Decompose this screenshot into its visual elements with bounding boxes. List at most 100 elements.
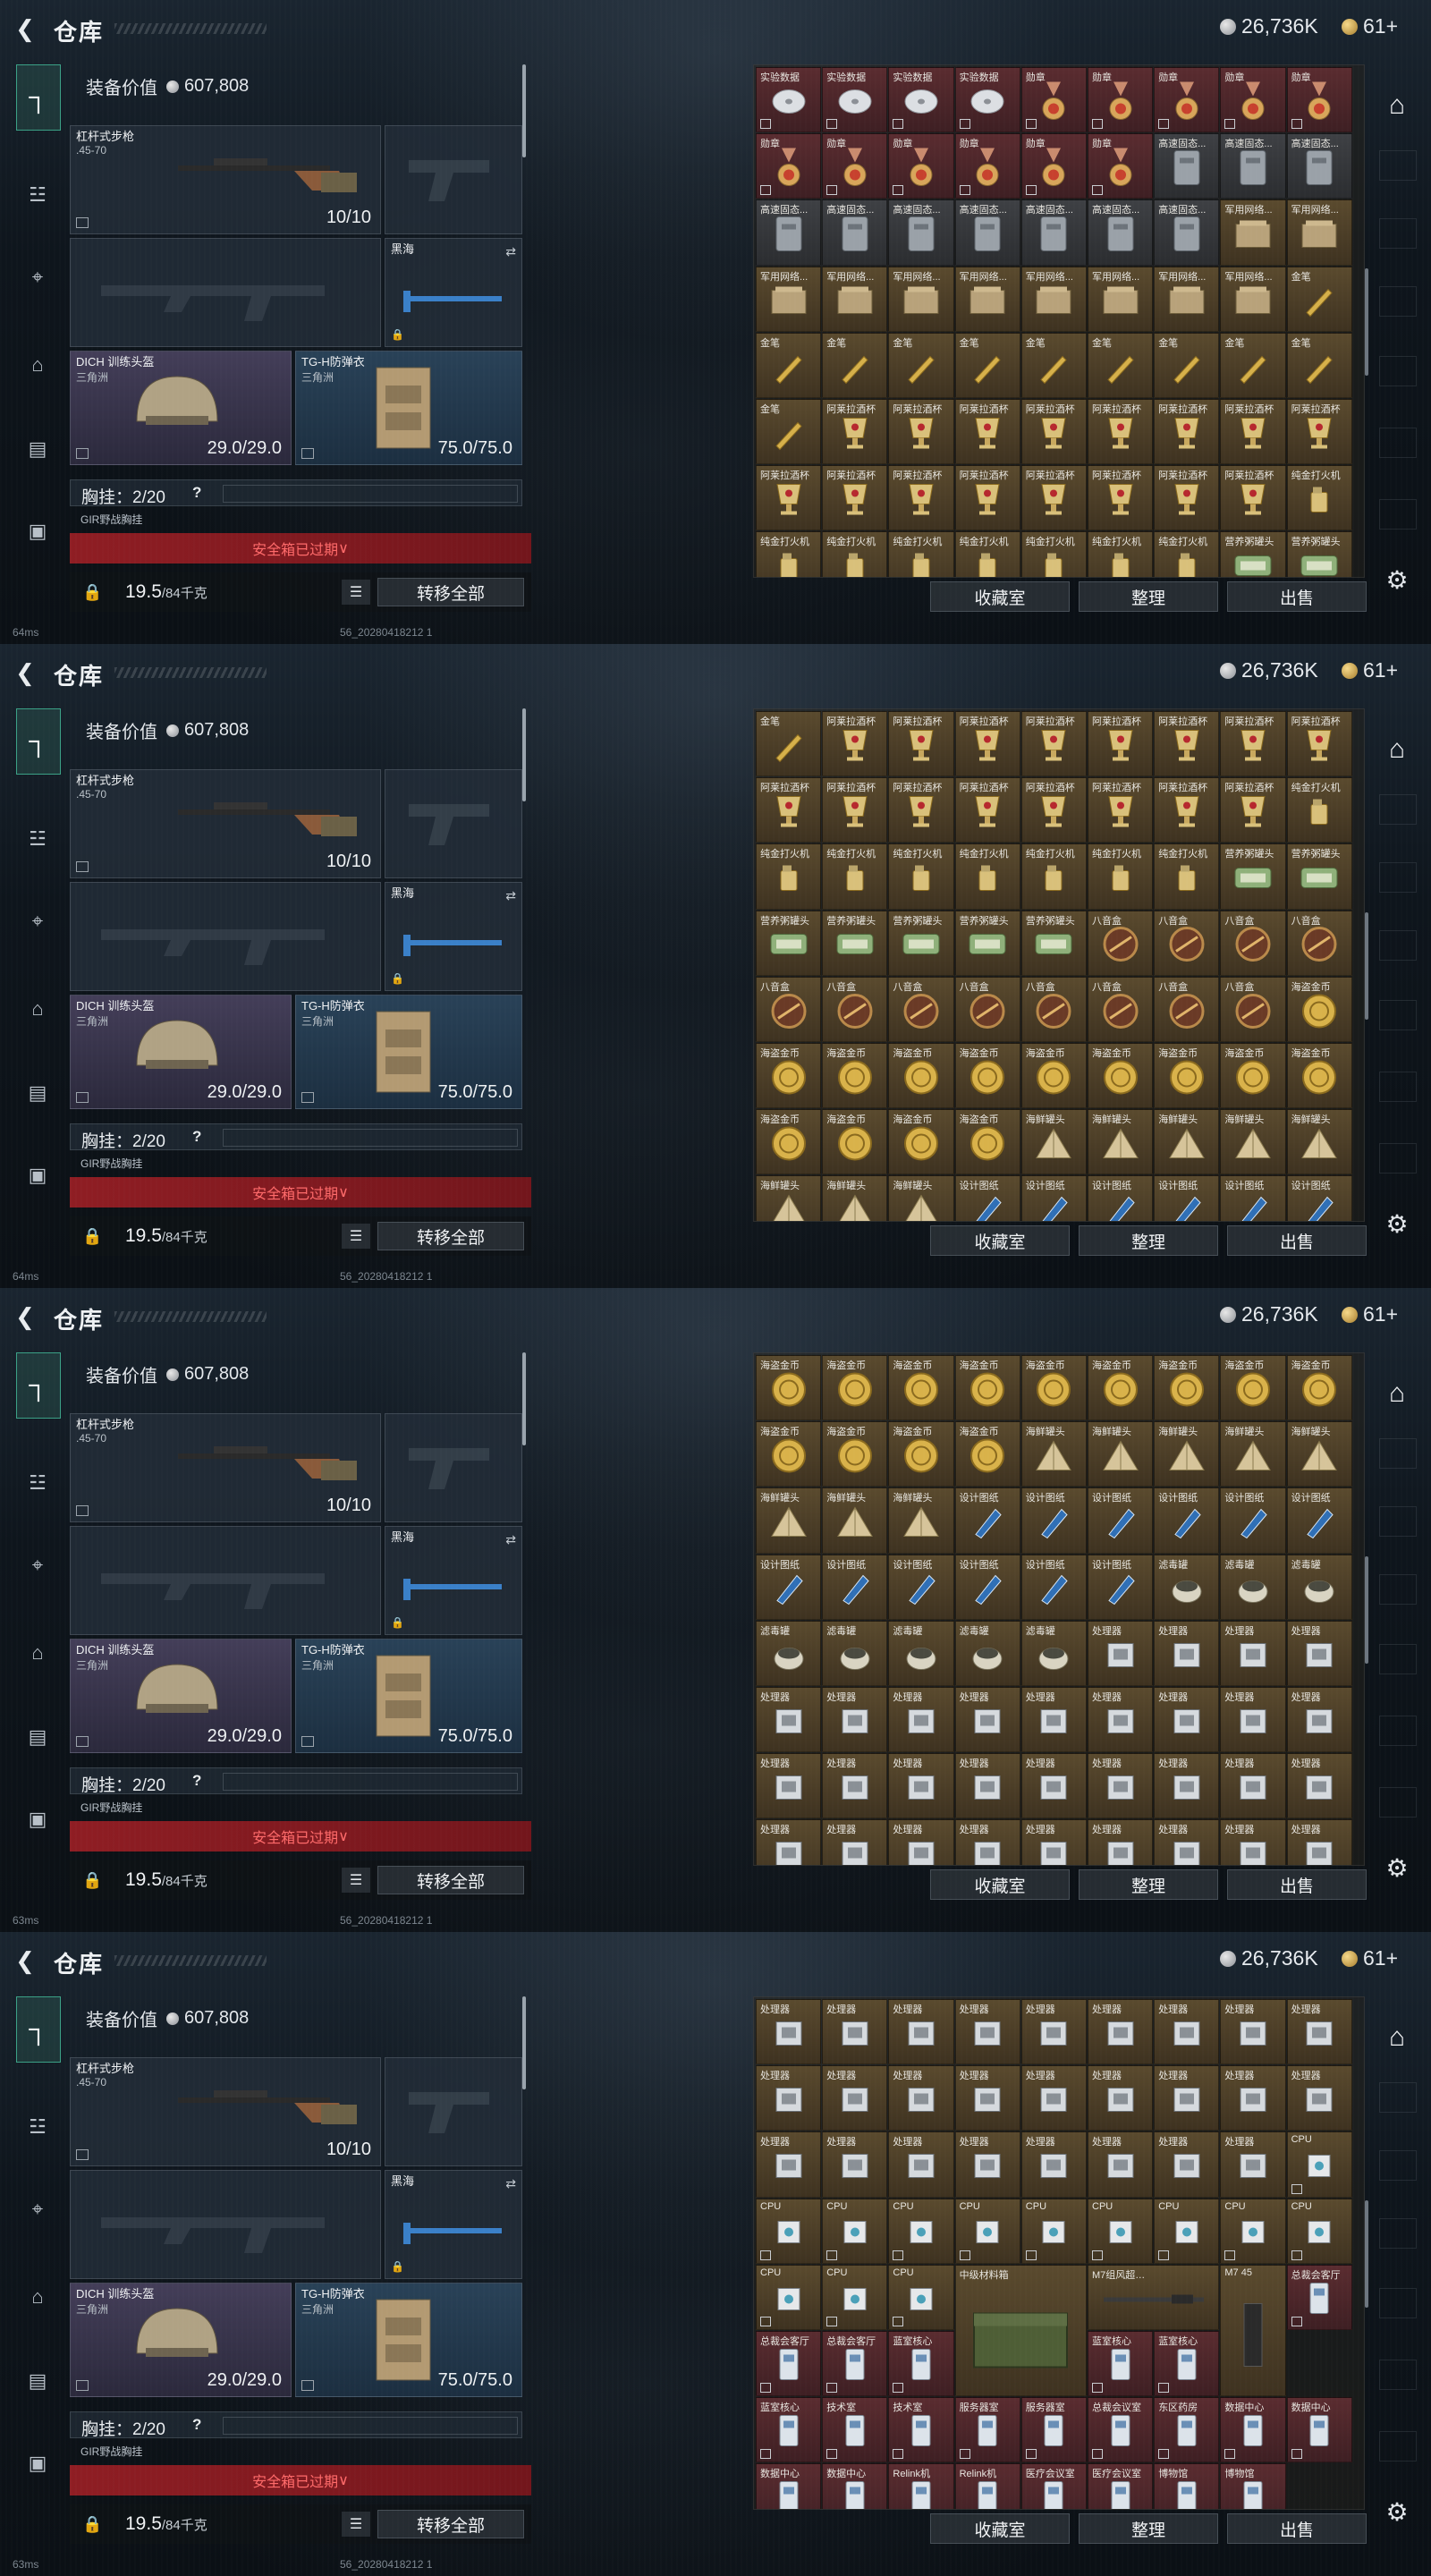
warehouse-item[interactable]: 处理器 bbox=[1020, 2131, 1087, 2198]
silver-currency[interactable]: 26,736K bbox=[1220, 658, 1318, 682]
swap-icon[interactable]: ⇄ bbox=[505, 1532, 516, 1547]
warehouse-item[interactable]: 蓝室核心 bbox=[1154, 2331, 1220, 2397]
storage-tab[interactable] bbox=[1379, 428, 1417, 458]
warehouse-item[interactable]: 高速固态... bbox=[1154, 133, 1220, 199]
warehouse-item[interactable]: 服务器室 bbox=[1020, 2397, 1087, 2463]
nav-case-icon[interactable]: ▣ bbox=[16, 2442, 59, 2485]
warehouse-item[interactable]: 处理器 bbox=[822, 1819, 888, 1865]
warehouse-item[interactable]: 阿莱拉酒杯 bbox=[1088, 711, 1154, 777]
warehouse-item[interactable]: 纯金打火机 bbox=[1286, 465, 1352, 531]
warehouse-item[interactable]: 高速固态... bbox=[1088, 199, 1154, 266]
warehouse-item[interactable]: 设计图纸 bbox=[1088, 1175, 1154, 1221]
warehouse-item[interactable]: 处理器 bbox=[1286, 1819, 1352, 1865]
storage-tab[interactable] bbox=[1379, 2218, 1417, 2249]
warehouse-item[interactable]: 总裁会议室 bbox=[1088, 2397, 1154, 2463]
warehouse-item[interactable]: 海盗金币 bbox=[756, 1421, 822, 1487]
gear-icon[interactable]: ⚙ bbox=[1381, 2496, 1413, 2528]
warehouse-item[interactable]: 海盗金币 bbox=[1088, 1043, 1154, 1109]
storage-tab[interactable] bbox=[1379, 1438, 1417, 1469]
warehouse-item[interactable]: 高速固态... bbox=[954, 199, 1020, 266]
swap-icon[interactable]: ⇄ bbox=[505, 888, 516, 903]
safe-box-expired-banner[interactable]: 安全箱已过期 ∨ bbox=[70, 2465, 531, 2496]
warehouse-item[interactable]: 处理器 bbox=[1220, 2131, 1286, 2198]
warehouse-item[interactable]: 海盗金币 bbox=[1154, 1043, 1220, 1109]
warehouse-item[interactable]: 八音盒 bbox=[1220, 910, 1286, 976]
warehouse-item[interactable]: 八音盒 bbox=[954, 976, 1020, 1042]
warehouse-item[interactable]: 海鲜罐头 bbox=[756, 1487, 822, 1554]
back-icon[interactable]: ❮ bbox=[13, 1301, 38, 1333]
warehouse-item[interactable]: 处理器 bbox=[1286, 1620, 1352, 1686]
warehouse-item[interactable]: 阿莱拉酒杯 bbox=[1154, 465, 1220, 531]
warehouse-item[interactable]: 海盗金币 bbox=[954, 1421, 1020, 1487]
storage-tab[interactable] bbox=[1379, 499, 1417, 530]
warehouse-item[interactable]: 阿莱拉酒杯 bbox=[822, 777, 888, 843]
warehouse-item[interactable]: 处理器 bbox=[1154, 1819, 1220, 1865]
swap-icon[interactable]: ⇄ bbox=[505, 2176, 516, 2191]
nav-backpack-icon[interactable]: ⌂ bbox=[16, 987, 59, 1030]
warehouse-tab-icon[interactable]: ⌂ bbox=[1379, 732, 1415, 767]
warehouse-item[interactable]: 设计图纸 bbox=[1020, 1487, 1087, 1554]
warehouse-item[interactable]: 设计图纸 bbox=[1020, 1554, 1087, 1620]
warehouse-item[interactable]: 纯金打火机 bbox=[954, 843, 1020, 910]
storage-tab[interactable] bbox=[1379, 2082, 1417, 2113]
nav-pouch-icon[interactable]: ▤ bbox=[16, 2360, 59, 2402]
warehouse-item[interactable]: 设计图纸 bbox=[1154, 1487, 1220, 1554]
nav-armor-icon[interactable]: ☳ bbox=[16, 818, 59, 860]
warehouse-item[interactable]: 阿莱拉酒杯 bbox=[888, 777, 954, 843]
warehouse-item[interactable]: 处理器 bbox=[822, 1999, 888, 2065]
warehouse-item[interactable]: 阿莱拉酒杯 bbox=[888, 399, 954, 465]
warehouse-item[interactable]: CPU bbox=[1220, 2198, 1286, 2264]
warehouse-item[interactable]: 八音盒 bbox=[1088, 910, 1154, 976]
warehouse-item[interactable]: 处理器 bbox=[1088, 2131, 1154, 2198]
warehouse-item[interactable]: 海鲜罐头 bbox=[822, 1175, 888, 1221]
warehouse-item[interactable]: 海盗金币 bbox=[756, 1043, 822, 1109]
gold-currency[interactable]: 61+ bbox=[1342, 14, 1398, 38]
warehouse-item[interactable]: 海盗金币 bbox=[756, 1109, 822, 1175]
warehouse-item[interactable]: 处理器 bbox=[1220, 2065, 1286, 2131]
warehouse-item[interactable]: 阿莱拉酒杯 bbox=[954, 777, 1020, 843]
warehouse-item[interactable]: 博物馆 bbox=[1154, 2463, 1220, 2509]
warehouse-item[interactable]: 军用网络... bbox=[888, 266, 954, 332]
storage-tab[interactable] bbox=[1379, 862, 1417, 893]
warehouse-item[interactable]: 高速固态... bbox=[1020, 199, 1087, 266]
armor-slot[interactable]: TG-H防弹衣 三角洲 75.0/75.0 bbox=[295, 1639, 522, 1753]
warehouse-item[interactable]: 海盗金币 bbox=[822, 1109, 888, 1175]
warehouse-item[interactable]: 海鲜罐头 bbox=[888, 1175, 954, 1221]
warehouse-item[interactable]: 实验数据 bbox=[954, 67, 1020, 133]
warehouse-item[interactable]: 八音盒 bbox=[822, 976, 888, 1042]
warehouse-item[interactable]: 处理器 bbox=[1088, 1819, 1154, 1865]
grid-scrollbar[interactable] bbox=[1365, 268, 1368, 376]
gold-currency[interactable]: 61+ bbox=[1342, 1946, 1398, 1970]
warehouse-item[interactable]: 处理器 bbox=[954, 1819, 1020, 1865]
warehouse-item[interactable]: 处理器 bbox=[1286, 1687, 1352, 1753]
warehouse-item[interactable]: 技术室 bbox=[888, 2397, 954, 2463]
nav-weapon-icon[interactable]: ┐ bbox=[16, 708, 61, 775]
warehouse-item[interactable]: 八音盒 bbox=[756, 976, 822, 1042]
storage-tab[interactable] bbox=[1379, 286, 1417, 317]
warehouse-item[interactable]: 处理器 bbox=[1154, 2065, 1220, 2131]
warehouse-item[interactable]: 军用网络... bbox=[1020, 266, 1087, 332]
warehouse-item[interactable]: 阿莱拉酒杯 bbox=[1220, 465, 1286, 531]
warehouse-item[interactable]: 阿莱拉酒杯 bbox=[1220, 711, 1286, 777]
warehouse-item[interactable]: 阿莱拉酒杯 bbox=[1286, 399, 1352, 465]
nav-pouch-icon[interactable]: ▤ bbox=[16, 1072, 59, 1114]
warehouse-item[interactable]: 海鲜罐头 bbox=[888, 1487, 954, 1554]
collection-room-button[interactable]: 收藏室 bbox=[930, 581, 1070, 612]
silver-currency[interactable]: 26,736K bbox=[1220, 1302, 1318, 1326]
warehouse-item[interactable]: 勋章 bbox=[1088, 133, 1154, 199]
warehouse-item[interactable]: 海盗金币 bbox=[888, 1109, 954, 1175]
warehouse-item[interactable]: 海盗金币 bbox=[1088, 1355, 1154, 1421]
warehouse-item[interactable]: 处理器 bbox=[888, 2131, 954, 2198]
warehouse-item[interactable]: 处理器 bbox=[756, 1753, 822, 1819]
warehouse-item[interactable]: 处理器 bbox=[1088, 1999, 1154, 2065]
warehouse-item[interactable]: 八音盒 bbox=[1154, 976, 1220, 1042]
warehouse-item[interactable]: Relink机 bbox=[888, 2463, 954, 2509]
warehouse-item[interactable]: 总裁会客厅 bbox=[756, 2331, 822, 2397]
warehouse-item[interactable]: 设计图纸 bbox=[1286, 1175, 1352, 1221]
warehouse-item[interactable]: 处理器 bbox=[954, 2131, 1020, 2198]
warehouse-item[interactable]: 滤毒罐 bbox=[822, 1620, 888, 1686]
warehouse-item[interactable]: 海鲜罐头 bbox=[1020, 1109, 1087, 1175]
warehouse-item[interactable]: 海盗金币 bbox=[822, 1355, 888, 1421]
warehouse-item[interactable]: 军用网络... bbox=[954, 266, 1020, 332]
warehouse-item[interactable]: 金笔 bbox=[1020, 332, 1087, 398]
